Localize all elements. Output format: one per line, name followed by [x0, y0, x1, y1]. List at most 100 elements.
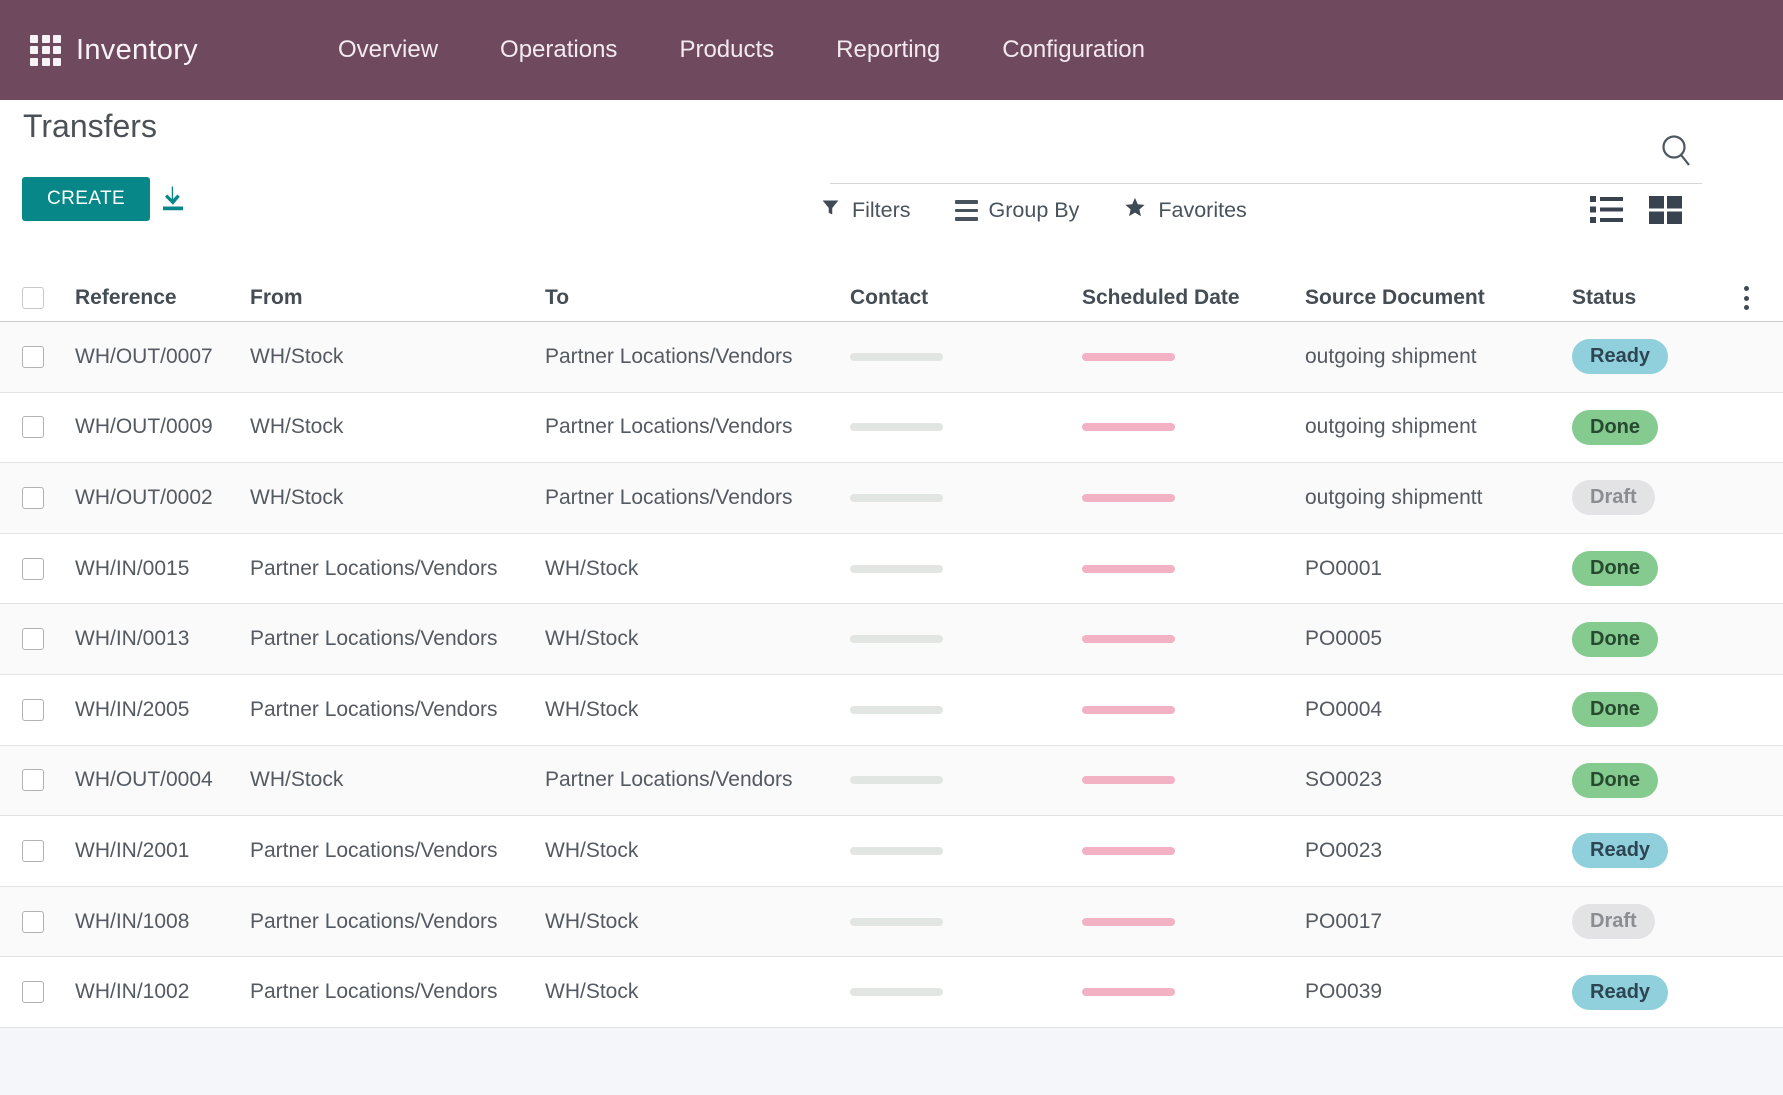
cell-contact-redacted [850, 565, 943, 573]
status-badge: Done [1572, 763, 1658, 798]
footer-space [0, 1028, 1783, 1095]
kebab-icon[interactable] [1740, 282, 1753, 314]
search-box [830, 100, 1702, 184]
cell-to: Partner Locations/Vendors [545, 768, 850, 792]
cell-from: WH/Stock [250, 345, 545, 369]
cell-from: Partner Locations/Vendors [250, 839, 545, 863]
cell-scheduled-date-redacted [1082, 565, 1175, 573]
cell-source-document: outgoing shipment [1305, 415, 1572, 439]
table-row[interactable]: WH/IN/0015Partner Locations/VendorsWH/St… [0, 534, 1783, 605]
cell-source-document: outgoing shipment [1305, 345, 1572, 369]
cell-contact-redacted [850, 988, 943, 996]
cell-scheduled-date-redacted [1082, 706, 1175, 714]
row-checkbox[interactable] [22, 416, 44, 438]
cell-reference: WH/OUT/0004 [75, 768, 250, 792]
group-by-button[interactable]: Group By [955, 198, 1080, 223]
magnifier-icon[interactable] [1658, 132, 1696, 175]
row-checkbox[interactable] [22, 558, 44, 580]
list-view-button[interactable] [1588, 194, 1625, 225]
table-row[interactable]: WH/OUT/0007WH/StockPartner Locations/Ven… [0, 322, 1783, 393]
cell-scheduled-date-redacted [1082, 847, 1175, 855]
cell-to: WH/Stock [545, 839, 850, 863]
cell-source-document: PO0023 [1305, 839, 1572, 863]
cell-scheduled-date-redacted [1082, 918, 1175, 926]
cell-to: WH/Stock [545, 980, 850, 1004]
table-row[interactable]: WH/IN/1008Partner Locations/VendorsWH/St… [0, 887, 1783, 958]
cell-to: Partner Locations/Vendors [545, 345, 850, 369]
nav-item-products[interactable]: Products [679, 36, 774, 64]
column-header-scheduled-date[interactable]: Scheduled Date [1082, 286, 1305, 310]
status-badge: Ready [1572, 833, 1668, 868]
row-checkbox[interactable] [22, 346, 44, 368]
nav-item-operations[interactable]: Operations [500, 36, 617, 64]
cell-scheduled-date-redacted [1082, 353, 1175, 361]
column-header-to[interactable]: To [545, 286, 850, 310]
cell-scheduled-date-redacted [1082, 635, 1175, 643]
apps-grid-icon[interactable] [30, 35, 61, 66]
column-header-contact[interactable]: Contact [850, 286, 1082, 310]
status-badge: Draft [1572, 904, 1655, 939]
table-row[interactable]: WH/IN/2005Partner Locations/VendorsWH/St… [0, 675, 1783, 746]
cell-source-document: PO0005 [1305, 627, 1572, 651]
table-row[interactable]: WH/IN/1002Partner Locations/VendorsWH/St… [0, 957, 1783, 1028]
column-header-reference[interactable]: Reference [75, 286, 250, 310]
row-checkbox[interactable] [22, 981, 44, 1003]
search-input[interactable] [830, 135, 1630, 179]
filters-label: Filters [852, 198, 911, 223]
row-checkbox[interactable] [22, 769, 44, 791]
table-row[interactable]: WH/OUT/0004WH/StockPartner Locations/Ven… [0, 746, 1783, 817]
cell-to: WH/Stock [545, 698, 850, 722]
cell-source-document: outgoing shipmentt [1305, 486, 1572, 510]
cell-source-document: SO0023 [1305, 768, 1572, 792]
row-checkbox[interactable] [22, 840, 44, 862]
create-button[interactable]: CREATE [22, 177, 150, 221]
select-all-checkbox[interactable] [22, 287, 44, 309]
row-checkbox[interactable] [22, 699, 44, 721]
app-name[interactable]: Inventory [76, 34, 198, 67]
table-row[interactable]: WH/IN/2001Partner Locations/VendorsWH/St… [0, 816, 1783, 887]
cell-reference: WH/OUT/0007 [75, 345, 250, 369]
cell-contact-redacted [850, 847, 943, 855]
cell-reference: WH/IN/1008 [75, 910, 250, 934]
table-row[interactable]: WH/OUT/0002WH/StockPartner Locations/Ven… [0, 463, 1783, 534]
nav-item-configuration[interactable]: Configuration [1002, 36, 1145, 64]
status-badge: Draft [1572, 480, 1655, 515]
cell-reference: WH/OUT/0009 [75, 415, 250, 439]
view-switcher [1588, 194, 1684, 225]
table-body: WH/OUT/0007WH/StockPartner Locations/Ven… [0, 322, 1783, 1028]
cell-reference: WH/IN/0013 [75, 627, 250, 651]
filters-button[interactable]: Filters [820, 197, 911, 224]
cell-from: WH/Stock [250, 415, 545, 439]
cell-from: Partner Locations/Vendors [250, 557, 545, 581]
cell-to: WH/Stock [545, 557, 850, 581]
cell-scheduled-date-redacted [1082, 776, 1175, 784]
cell-scheduled-date-redacted [1082, 494, 1175, 502]
cell-reference: WH/IN/2005 [75, 698, 250, 722]
cell-source-document: PO0039 [1305, 980, 1572, 1004]
cell-contact-redacted [850, 706, 943, 714]
export-button[interactable] [158, 184, 188, 217]
cell-reference: WH/IN/0015 [75, 557, 250, 581]
kanban-icon [1647, 212, 1684, 229]
row-checkbox[interactable] [22, 487, 44, 509]
cell-to: WH/Stock [545, 910, 850, 934]
list-icon [1588, 212, 1625, 229]
nav-item-overview[interactable]: Overview [338, 36, 438, 64]
column-header-from[interactable]: From [250, 286, 545, 310]
table-row[interactable]: WH/IN/0013Partner Locations/VendorsWH/St… [0, 604, 1783, 675]
cell-reference: WH/IN/2001 [75, 839, 250, 863]
row-checkbox[interactable] [22, 628, 44, 650]
cell-contact-redacted [850, 635, 943, 643]
column-header-source-document[interactable]: Source Document [1305, 286, 1572, 310]
cell-contact-redacted [850, 918, 943, 926]
bars-icon [955, 200, 978, 221]
app-switcher[interactable]: Inventory [30, 34, 198, 67]
favorites-button[interactable]: Favorites [1123, 196, 1246, 225]
table-row[interactable]: WH/OUT/0009WH/StockPartner Locations/Ven… [0, 393, 1783, 464]
cell-to: Partner Locations/Vendors [545, 415, 850, 439]
kanban-view-button[interactable] [1647, 194, 1684, 225]
cell-from: Partner Locations/Vendors [250, 627, 545, 651]
nav-item-reporting[interactable]: Reporting [836, 36, 940, 64]
row-checkbox[interactable] [22, 911, 44, 933]
status-badge: Ready [1572, 339, 1668, 374]
